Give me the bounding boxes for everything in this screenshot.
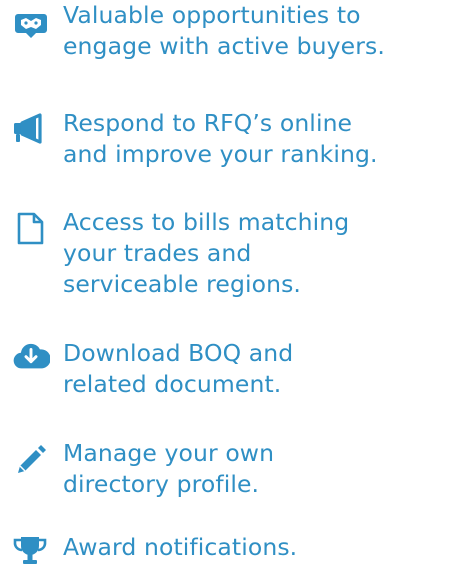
benefit-text: Access to bills matching your trades and…	[63, 208, 350, 298]
benefit-text: Manage your own directory profile.	[63, 439, 275, 498]
megaphone-icon	[14, 113, 42, 144]
pencil-icon	[18, 445, 46, 473]
chat-handshake-icon	[15, 14, 47, 38]
benefit-text: Valuable opportunities to engage with ac…	[63, 1, 385, 60]
benefit-text: Download BOQ and related document.	[63, 339, 294, 398]
trophy-icon	[13, 537, 47, 564]
cloud-download-icon	[13, 343, 50, 369]
benefit-text: Respond to RFQ’s online and improve your…	[63, 109, 378, 168]
benefit-text: Award notifications.	[63, 533, 298, 561]
benefits-list: Valuable opportunities to engage with ac…	[0, 0, 450, 574]
document-icon	[17, 212, 44, 245]
